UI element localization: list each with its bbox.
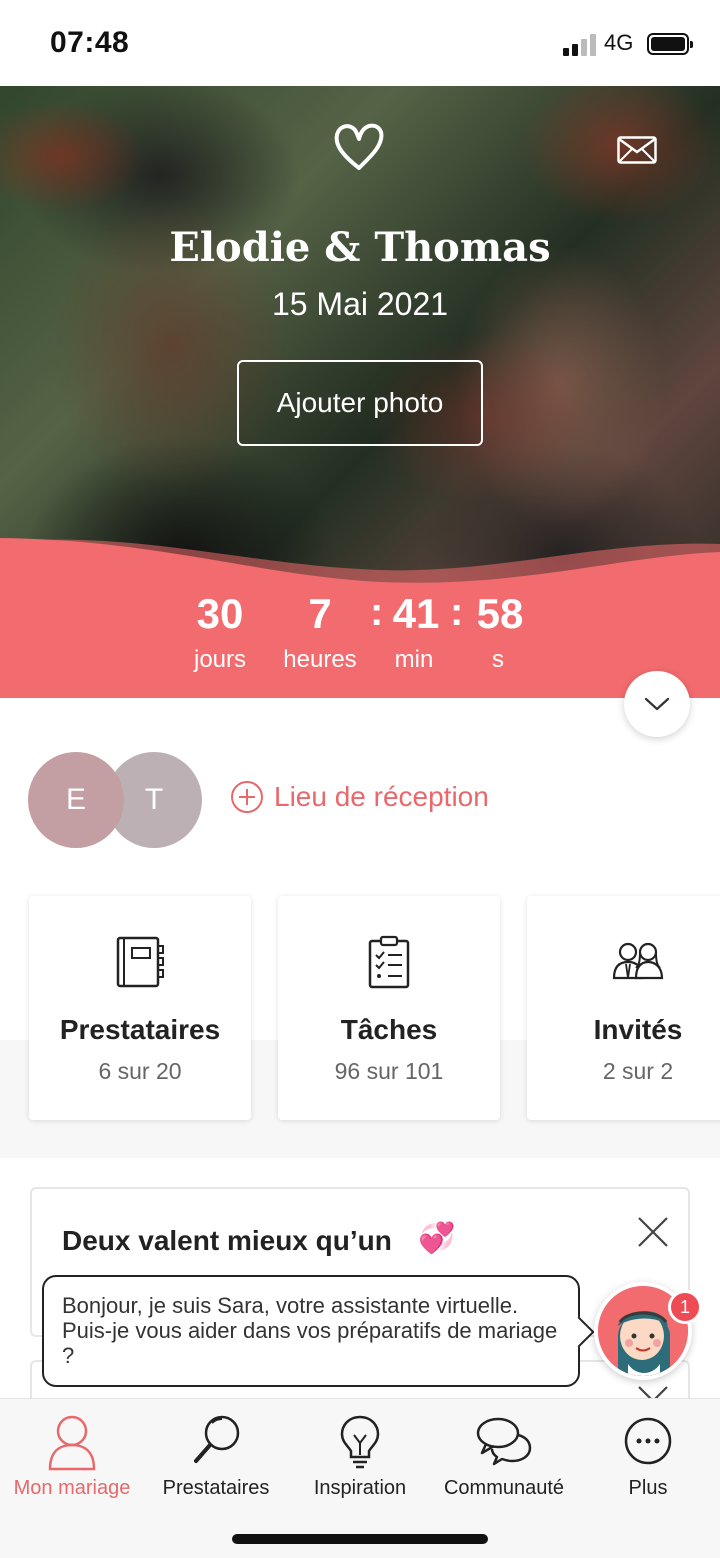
- nav-label: Inspiration: [313, 1477, 407, 1499]
- signal-icon: [563, 34, 597, 56]
- notification-badge: 1: [668, 1290, 702, 1324]
- wedding-date: 15 Mai 2021: [271, 286, 449, 322]
- add-venue-link[interactable]: Lieu de réception: [230, 780, 489, 814]
- couple-names: Elodie & Thomas: [169, 224, 551, 271]
- add-photo-button[interactable]: Ajouter photo: [237, 360, 483, 446]
- chevron-down-icon: [644, 697, 670, 711]
- person-icon: [48, 1415, 96, 1471]
- nav-label: Plus: [628, 1477, 668, 1499]
- magnifier-icon: [194, 1415, 240, 1463]
- avatar-partner-1[interactable]: E: [28, 752, 124, 848]
- chat-bubbles-icon: [476, 1417, 532, 1466]
- status-bar: 07:48 4G: [0, 0, 720, 86]
- nav-item-community[interactable]: Communauté: [432, 1407, 576, 1507]
- nav-label: Prestataires: [162, 1477, 270, 1499]
- countdown-seconds: 58: [476, 590, 524, 637]
- notebook-icon: [116, 936, 164, 988]
- promo-title: Deux valent mieux qu’un: [62, 1225, 392, 1256]
- nav-item-inspiration[interactable]: Inspiration: [288, 1407, 432, 1507]
- nav-item-more[interactable]: Plus: [576, 1407, 720, 1507]
- network-type: 4G: [604, 30, 634, 55]
- assistant-message-bubble[interactable]: Bonjour, je suis Sara, votre assistante …: [42, 1275, 580, 1387]
- countdown: 30 jours 7 heures : 41 min : 58 s: [0, 586, 720, 698]
- guests-icon: [612, 942, 664, 980]
- card-title: Prestataires: [59, 1014, 221, 1045]
- collapse-button[interactable]: [624, 671, 690, 737]
- card-vendors[interactable]: Prestataires 6 sur 20: [29, 896, 251, 1120]
- plus-circle-icon: [231, 781, 263, 813]
- checklist-icon: [368, 935, 410, 989]
- promo-emoji: 💞: [418, 1222, 456, 1255]
- card-count: 2 sur 2: [602, 1058, 674, 1084]
- more-icon: [624, 1417, 672, 1465]
- close-icon[interactable]: [636, 1215, 670, 1249]
- lightbulb-icon: [340, 1415, 380, 1469]
- battery-icon: [647, 33, 693, 55]
- home-indicator: [232, 1534, 488, 1544]
- card-guests[interactable]: Invités 2 sur 2: [527, 896, 720, 1120]
- card-tasks[interactable]: Tâches 96 sur 101: [278, 896, 500, 1120]
- venue-link-label: Lieu de réception: [274, 781, 489, 812]
- nav-label: Mon mariage: [13, 1477, 131, 1499]
- status-time: 07:48: [50, 26, 130, 59]
- card-count: 6 sur 20: [98, 1058, 182, 1084]
- countdown-seconds-label: s: [492, 646, 504, 673]
- heart-logo-icon: [334, 123, 384, 170]
- mail-icon[interactable]: [617, 136, 657, 164]
- card-title: Tâches: [340, 1014, 438, 1045]
- card-count: 96 sur 101: [334, 1058, 444, 1084]
- nav-item-my-wedding[interactable]: Mon mariage: [0, 1407, 144, 1507]
- nav-item-vendors[interactable]: Prestataires: [144, 1407, 288, 1507]
- card-title: Invités: [593, 1014, 683, 1045]
- nav-label: Communauté: [443, 1477, 565, 1499]
